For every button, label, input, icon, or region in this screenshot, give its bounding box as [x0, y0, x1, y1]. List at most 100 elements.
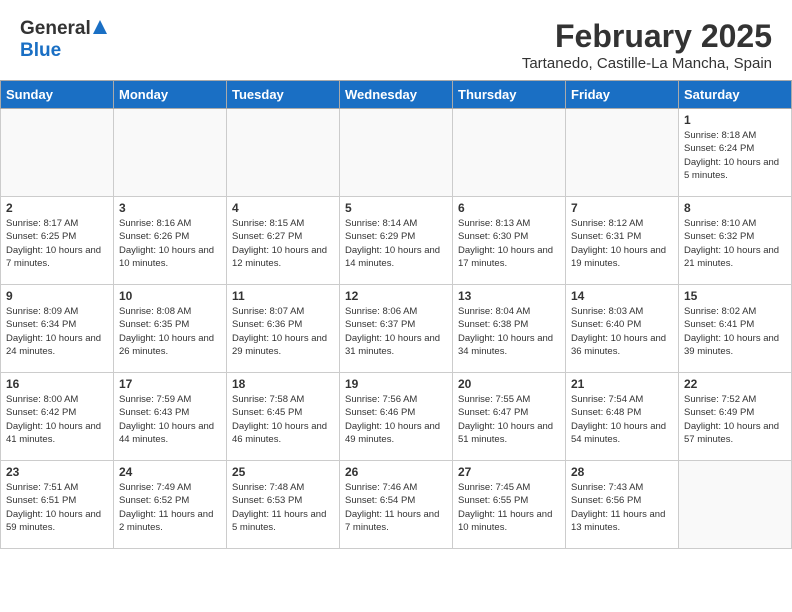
day-number: 8 — [684, 201, 786, 215]
day-info: Sunrise: 8:04 AM Sunset: 6:38 PM Dayligh… — [458, 305, 560, 358]
day-info: Sunrise: 7:48 AM Sunset: 6:53 PM Dayligh… — [232, 481, 334, 534]
day-number: 27 — [458, 465, 560, 479]
calendar-week-row: 23 Sunrise: 7:51 AM Sunset: 6:51 PM Dayli… — [1, 461, 792, 549]
day-number: 16 — [6, 377, 108, 391]
calendar-cell: 12 Sunrise: 8:06 AM Sunset: 6:37 PM Dayli… — [340, 285, 453, 373]
calendar-week-row: 2 Sunrise: 8:17 AM Sunset: 6:25 PM Daylig… — [1, 197, 792, 285]
header: General Blue February 2025 Tartanedo, Ca… — [0, 0, 792, 80]
calendar-cell: 18 Sunrise: 7:58 AM Sunset: 6:45 PM Dayli… — [227, 373, 340, 461]
calendar-cell — [453, 109, 566, 197]
day-number: 20 — [458, 377, 560, 391]
calendar-week-row: 9Sunrise: 8:09 AM Sunset: 6:34 PM Daylig… — [1, 285, 792, 373]
day-info: Sunrise: 8:03 AM Sunset: 6:40 PM Dayligh… — [571, 305, 673, 358]
day-info: Sunrise: 8:14 AM Sunset: 6:29 PM Dayligh… — [345, 217, 447, 270]
day-number: 28 — [571, 465, 673, 479]
calendar-cell: 17Sunrise: 7:59 AM Sunset: 6:43 PM Dayli… — [114, 373, 227, 461]
day-number: 23 — [6, 465, 108, 479]
day-of-week-header: Thursday — [453, 81, 566, 109]
day-info: Sunrise: 7:46 AM Sunset: 6:54 PM Dayligh… — [345, 481, 447, 534]
day-info: Sunrise: 8:08 AM Sunset: 6:35 PM Dayligh… — [119, 305, 221, 358]
day-number: 13 — [458, 289, 560, 303]
calendar-cell: 19 Sunrise: 7:56 AM Sunset: 6:46 PM Dayli… — [340, 373, 453, 461]
calendar-cell: 13 Sunrise: 8:04 AM Sunset: 6:38 PM Dayli… — [453, 285, 566, 373]
day-number: 21 — [571, 377, 673, 391]
logo: General Blue — [20, 18, 107, 62]
calendar-cell: 2 Sunrise: 8:17 AM Sunset: 6:25 PM Daylig… — [1, 197, 114, 285]
day-info: Sunrise: 8:16 AM Sunset: 6:26 PM Dayligh… — [119, 217, 221, 270]
day-number: 12 — [345, 289, 447, 303]
day-info: Sunrise: 7:49 AM Sunset: 6:52 PM Dayligh… — [119, 481, 221, 534]
day-of-week-header: Saturday — [679, 81, 792, 109]
day-info: Sunrise: 8:12 AM Sunset: 6:31 PM Dayligh… — [571, 217, 673, 270]
calendar-header-row: SundayMondayTuesdayWednesdayThursdayFrid… — [1, 81, 792, 109]
calendar-cell: 3 Sunrise: 8:16 AM Sunset: 6:26 PM Daylig… — [114, 197, 227, 285]
day-number: 24 — [119, 465, 221, 479]
calendar-cell — [114, 109, 227, 197]
calendar-cell: 15Sunrise: 8:02 AM Sunset: 6:41 PM Dayli… — [679, 285, 792, 373]
day-info: Sunrise: 8:17 AM Sunset: 6:25 PM Dayligh… — [6, 217, 108, 270]
calendar-cell: 16 Sunrise: 8:00 AM Sunset: 6:42 PM Dayli… — [1, 373, 114, 461]
day-of-week-header: Wednesday — [340, 81, 453, 109]
day-number: 22 — [684, 377, 786, 391]
day-info: Sunrise: 7:59 AM Sunset: 6:43 PM Dayligh… — [119, 393, 221, 446]
logo-general: General — [20, 18, 91, 39]
day-info: Sunrise: 8:15 AM Sunset: 6:27 PM Dayligh… — [232, 217, 334, 270]
day-of-week-header: Monday — [114, 81, 227, 109]
day-of-week-header: Friday — [566, 81, 679, 109]
day-number: 1 — [684, 113, 786, 127]
calendar-cell: 27 Sunrise: 7:45 AM Sunset: 6:55 PM Dayli… — [453, 461, 566, 549]
day-info: Sunrise: 7:58 AM Sunset: 6:45 PM Dayligh… — [232, 393, 334, 446]
calendar-cell — [566, 109, 679, 197]
calendar-week-row: 16 Sunrise: 8:00 AM Sunset: 6:42 PM Dayli… — [1, 373, 792, 461]
calendar-cell: 20Sunrise: 7:55 AM Sunset: 6:47 PM Dayli… — [453, 373, 566, 461]
day-number: 5 — [345, 201, 447, 215]
title-block: February 2025 Tartanedo, Castille-La Man… — [522, 18, 772, 72]
day-info: Sunrise: 8:09 AM Sunset: 6:34 PM Dayligh… — [6, 305, 108, 358]
calendar-cell: 10 Sunrise: 8:08 AM Sunset: 6:35 PM Dayli… — [114, 285, 227, 373]
day-info: Sunrise: 7:45 AM Sunset: 6:55 PM Dayligh… — [458, 481, 560, 534]
calendar-cell: 22Sunrise: 7:52 AM Sunset: 6:49 PM Dayli… — [679, 373, 792, 461]
logo-blue: Blue — [20, 40, 61, 61]
calendar-cell: 25 Sunrise: 7:48 AM Sunset: 6:53 PM Dayli… — [227, 461, 340, 549]
day-number: 19 — [345, 377, 447, 391]
calendar-cell: 23 Sunrise: 7:51 AM Sunset: 6:51 PM Dayli… — [1, 461, 114, 549]
day-info: Sunrise: 7:51 AM Sunset: 6:51 PM Dayligh… — [6, 481, 108, 534]
calendar-cell: 14 Sunrise: 8:03 AM Sunset: 6:40 PM Dayli… — [566, 285, 679, 373]
day-info: Sunrise: 8:06 AM Sunset: 6:37 PM Dayligh… — [345, 305, 447, 358]
calendar-cell: 4 Sunrise: 8:15 AM Sunset: 6:27 PM Daylig… — [227, 197, 340, 285]
day-info: Sunrise: 8:18 AM Sunset: 6:24 PM Dayligh… — [684, 129, 786, 182]
calendar-cell: 6Sunrise: 8:13 AM Sunset: 6:30 PM Daylig… — [453, 197, 566, 285]
day-number: 4 — [232, 201, 334, 215]
location: Tartanedo, Castille-La Mancha, Spain — [522, 55, 772, 72]
day-number: 7 — [571, 201, 673, 215]
calendar-table: SundayMondayTuesdayWednesdayThursdayFrid… — [0, 80, 792, 549]
calendar-cell: 9Sunrise: 8:09 AM Sunset: 6:34 PM Daylig… — [1, 285, 114, 373]
day-info: Sunrise: 7:56 AM Sunset: 6:46 PM Dayligh… — [345, 393, 447, 446]
calendar-cell — [340, 109, 453, 197]
day-info: Sunrise: 8:02 AM Sunset: 6:41 PM Dayligh… — [684, 305, 786, 358]
day-info: Sunrise: 8:00 AM Sunset: 6:42 PM Dayligh… — [6, 393, 108, 446]
calendar-cell — [1, 109, 114, 197]
day-number: 14 — [571, 289, 673, 303]
calendar-week-row: 1 Sunrise: 8:18 AM Sunset: 6:24 PM Daylig… — [1, 109, 792, 197]
calendar-cell — [227, 109, 340, 197]
calendar-cell: 26Sunrise: 7:46 AM Sunset: 6:54 PM Dayli… — [340, 461, 453, 549]
calendar-cell: 21 Sunrise: 7:54 AM Sunset: 6:48 PM Dayli… — [566, 373, 679, 461]
calendar-cell: 1 Sunrise: 8:18 AM Sunset: 6:24 PM Daylig… — [679, 109, 792, 197]
calendar-cell: 8Sunrise: 8:10 AM Sunset: 6:32 PM Daylig… — [679, 197, 792, 285]
day-info: Sunrise: 7:54 AM Sunset: 6:48 PM Dayligh… — [571, 393, 673, 446]
day-number: 2 — [6, 201, 108, 215]
day-number: 25 — [232, 465, 334, 479]
day-number: 10 — [119, 289, 221, 303]
day-of-week-header: Sunday — [1, 81, 114, 109]
calendar-cell: 5 Sunrise: 8:14 AM Sunset: 6:29 PM Daylig… — [340, 197, 453, 285]
calendar-cell — [679, 461, 792, 549]
logo-triangle — [93, 20, 107, 39]
calendar-cell: 7 Sunrise: 8:12 AM Sunset: 6:31 PM Daylig… — [566, 197, 679, 285]
day-info: Sunrise: 7:43 AM Sunset: 6:56 PM Dayligh… — [571, 481, 673, 534]
day-number: 18 — [232, 377, 334, 391]
calendar-cell: 11Sunrise: 8:07 AM Sunset: 6:36 PM Dayli… — [227, 285, 340, 373]
calendar-cell: 24 Sunrise: 7:49 AM Sunset: 6:52 PM Dayli… — [114, 461, 227, 549]
day-number: 3 — [119, 201, 221, 215]
month-year: February 2025 — [522, 18, 772, 55]
